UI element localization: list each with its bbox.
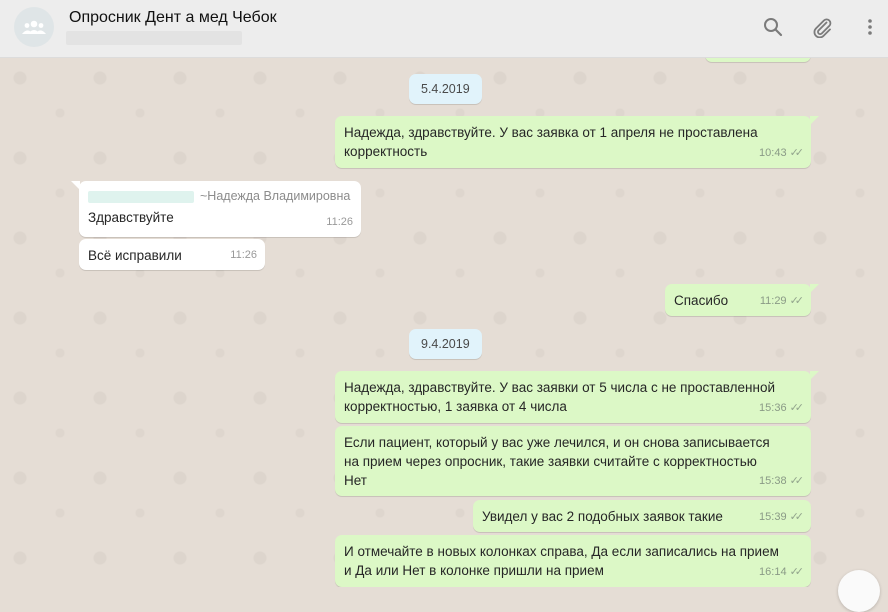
read-ticks-icon: ✓✓ [789,511,805,523]
message-text: Надежда, здравствуйте. У вас заявки от 5… [344,380,775,414]
read-ticks-icon: ✓✓ [789,475,805,487]
message-bubble-incoming[interactable]: ~Надежда Владимировна Здравствуйте 11:26 [71,181,361,237]
sender-row: ~Надежда Владимировна [88,187,352,206]
message-meta: 15:39 ✓✓ [759,508,805,527]
message-time: 15:39 [759,511,787,523]
chat-title[interactable]: Опросник Дент а мед Чебок [69,9,277,27]
message-meta: 10:43 ✓✓ [759,144,805,163]
message-bubble-outgoing[interactable]: Надежда, здравствуйте. У вас заявки от 5… [335,371,819,423]
chat-pane[interactable]: 5.4.2019 Надежда, здравствуйте. У вас за… [0,58,888,587]
message-bubble-outgoing[interactable]: Увидел у вас 2 подобных заявок такие 15:… [473,500,811,532]
chat-header: Опросник Дент а мед Чебок [0,0,888,58]
group-avatar-icon[interactable] [14,7,54,47]
message-text: И отмечайте в новых колонках справа, Да … [344,544,779,578]
message-bubble-incoming[interactable]: Всё исправили 11:26 [79,239,265,270]
read-ticks-icon: ✓✓ [789,402,805,414]
message-bubble-outgoing[interactable]: Спасибо 11:29 ✓✓ [665,284,819,316]
message-text: Здравствуйте [88,210,174,225]
message-meta: 11:26 [326,213,353,232]
sender-name[interactable]: ~Надежда Владимировна [200,187,350,206]
date-divider: 5.4.2019 [409,74,482,104]
read-ticks-icon: ✓✓ [789,147,805,159]
message-time: 15:38 [759,475,787,487]
message-bubble-outgoing[interactable]: И отмечайте в новых колонках справа, Да … [335,535,811,587]
message-text: Надежда, здравствуйте. У вас заявка от 1… [344,125,758,159]
sender-phone-redacted [88,190,194,203]
message-text: Если пациент, который у вас уже лечился,… [344,435,770,488]
message-meta: 11:26 [230,246,257,265]
paperclip-icon[interactable] [809,14,835,40]
message-time: 16:14 [759,566,787,578]
message-bubble-outgoing[interactable]: Если пациент, который у вас уже лечился,… [335,426,811,496]
message-time: 10:43 [759,147,787,159]
message-time: 11:26 [230,249,257,261]
message-meta: 11:29 ✓✓ [759,292,805,311]
message-bubble-partial [705,58,811,62]
message-time: 11:26 [326,216,353,228]
message-meta: 15:36 ✓✓ [759,399,805,418]
message-time: 15:36 [759,402,787,414]
more-vertical-icon[interactable] [860,14,880,40]
read-ticks-icon: ✓✓ [789,566,805,578]
search-icon[interactable] [760,14,786,40]
message-meta: 15:38 ✓✓ [759,472,805,491]
message-meta: 16:14 ✓✓ [759,563,805,582]
message-time: 11:29 [759,295,787,307]
date-divider: 9.4.2019 [409,329,482,359]
scroll-down-button[interactable] [838,570,880,612]
read-ticks-icon: ✓✓ [789,295,805,307]
message-bubble-outgoing[interactable]: Надежда, здравствуйте. У вас заявка от 1… [335,116,819,168]
message-text: Увидел у вас 2 подобных заявок такие [482,509,723,524]
participants-redacted [66,31,242,45]
